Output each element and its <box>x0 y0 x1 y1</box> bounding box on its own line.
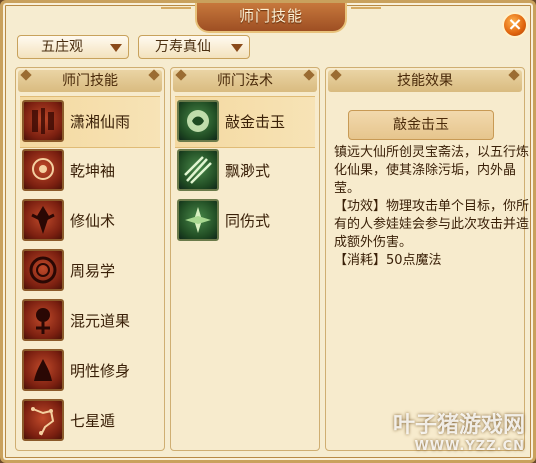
skill-label: 修仙术 <box>70 212 116 230</box>
watermark: 叶子猪游戏网 WWW.YZZ.CN <box>393 407 525 454</box>
school-dropdown-value: 五庄观 <box>41 39 83 55</box>
spell-row[interactable]: 敲金击玉 <box>175 96 315 148</box>
dao-fruit-icon <box>22 299 64 341</box>
watermark-url: WWW.YZZ.CN <box>414 439 525 454</box>
effect-panel: 技能效果 敲金击玉 镇远大仙所创灵宝斋法，以五行炼化仙果，使其涤除污垢，内外晶莹… <box>325 67 529 451</box>
skill-row[interactable]: 乾坤袖 <box>20 146 160 196</box>
spells-panel-header: 师门法术 <box>173 70 317 92</box>
close-icon: × <box>507 14 523 35</box>
shared-wound-icon <box>177 199 219 241</box>
effect-line: 镇远大仙所创灵宝斋法，以五行炼化仙果，使其涤除污垢，内外晶莹。 <box>334 145 530 196</box>
jade-strike-icon <box>177 100 219 142</box>
spells-panel-title: 师门法术 <box>217 73 273 89</box>
rain-glyph-icon <box>22 100 64 142</box>
skill-label: 混元道果 <box>70 312 131 330</box>
close-button[interactable]: × <box>502 12 528 38</box>
skill-row[interactable]: 潇湘仙雨 <box>20 96 160 148</box>
skills-panel-title: 师门技能 <box>62 73 118 89</box>
effect-line: 【功效】物理攻击单个目标，你所有的人参娃娃会参与此次攻击并造成额外伤害。 <box>334 199 530 250</box>
spell-label: 飘渺式 <box>225 162 271 180</box>
trigram-icon <box>22 249 64 291</box>
window-title-plate: 师门技能 <box>195 3 347 33</box>
effect-description: 镇远大仙所创灵宝斋法，以五行炼化仙果，使其涤除污垢，内外晶莹。 【功效】物理攻击… <box>334 144 530 270</box>
skill-row[interactable]: 修仙术 <box>20 196 160 246</box>
skill-label: 七星遁 <box>70 412 116 430</box>
skill-label: 周易学 <box>70 262 116 280</box>
immortal-art-icon <box>22 199 64 241</box>
effect-panel-header: 技能效果 <box>328 70 522 92</box>
cultivation-icon <box>22 349 64 391</box>
watermark-brand: 叶子猪游戏网 <box>392 413 525 438</box>
skills-panel: 师门技能 潇湘仙雨 乾坤袖 修仙术 周易学 混元道果 明性修身 七星遁 <box>15 67 165 451</box>
skill-label: 明性修身 <box>70 362 131 380</box>
skills-panel-header: 师门技能 <box>18 70 162 92</box>
skill-row[interactable]: 明性修身 <box>20 346 160 396</box>
window-title: 师门技能 <box>238 7 303 25</box>
skill-row[interactable]: 七星遁 <box>20 396 160 446</box>
master-dropdown-value: 万寿真仙 <box>155 39 211 55</box>
title-ornament-right <box>351 7 381 27</box>
skill-window: 师门技能 × 五庄观 万寿真仙 师门技能 潇湘仙雨 乾坤袖 修仙术 周易学 混元… <box>0 0 536 463</box>
effect-line: 【消耗】50点魔法 <box>334 253 442 268</box>
chevron-down-icon <box>231 44 243 52</box>
chevron-down-icon <box>110 44 122 52</box>
effect-panel-title: 技能效果 <box>397 73 453 89</box>
skill-label: 乾坤袖 <box>70 162 116 180</box>
skill-row[interactable]: 周易学 <box>20 246 160 296</box>
skill-row[interactable]: 混元道果 <box>20 296 160 346</box>
spell-label: 敲金击玉 <box>225 113 286 131</box>
sleeve-icon <box>22 149 64 191</box>
spells-panel: 师门法术 敲金击玉 飘渺式 同伤式 <box>170 67 320 451</box>
spell-row[interactable]: 同伤式 <box>175 196 315 246</box>
swords-icon <box>177 149 219 191</box>
spell-row[interactable]: 飘渺式 <box>175 146 315 196</box>
skill-label: 潇湘仙雨 <box>70 113 131 131</box>
school-dropdown[interactable]: 五庄观 <box>17 35 129 59</box>
selected-skill-name: 敲金击玉 <box>348 110 494 140</box>
seven-stars-icon <box>22 399 64 441</box>
title-ornament-left <box>161 7 191 27</box>
spell-label: 同伤式 <box>225 212 271 230</box>
master-dropdown[interactable]: 万寿真仙 <box>138 35 250 59</box>
